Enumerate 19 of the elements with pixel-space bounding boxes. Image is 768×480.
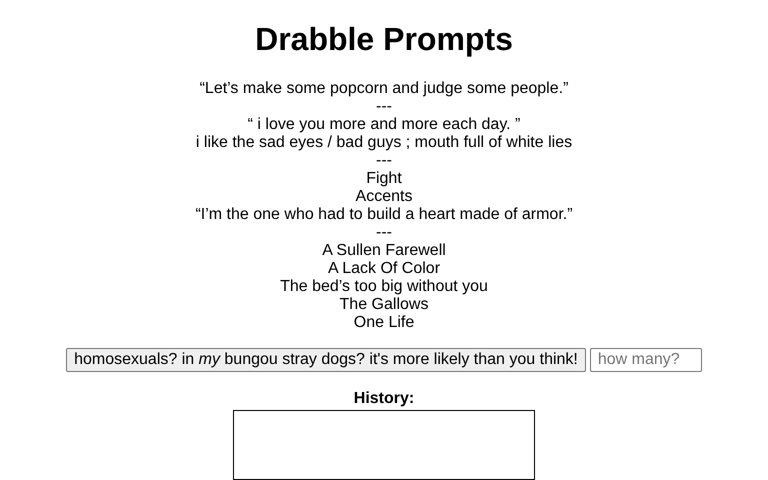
prompt-text: i like the sad eyes / bad guys ; mouth full of white lies xyxy=(196,134,572,152)
prompt-text: A Lack Of Color xyxy=(328,260,440,278)
prompt-text: A Sullen Farewell xyxy=(322,242,446,260)
history-field[interactable] xyxy=(233,410,535,480)
prompt-text: Fight xyxy=(366,170,402,188)
generate-button[interactable]: homosexuals? in my bungou stray dogs? it's more likely than you think! xyxy=(66,348,586,372)
prompt-text: “Let’s make some popcorn and judge some people.” xyxy=(200,80,568,98)
separator-text: --- xyxy=(376,98,392,116)
prompt-text: The bed’s too big without you xyxy=(280,278,488,296)
prompt-text: Accents xyxy=(356,188,412,206)
prompt-text: One Life xyxy=(354,314,414,332)
separator-text: --- xyxy=(376,152,392,170)
history-label: History: xyxy=(354,390,414,408)
prompt-text: “ i love you more and more each day. ” xyxy=(248,116,520,134)
page-title: Drabble Prompts xyxy=(255,21,513,58)
prompt-text: “I’m the one who had to build a heart made of armor.” xyxy=(195,206,573,224)
prompt-text: The Gallows xyxy=(340,296,428,314)
separator-text: --- xyxy=(376,224,392,242)
count-field[interactable]: how many? xyxy=(590,348,702,372)
